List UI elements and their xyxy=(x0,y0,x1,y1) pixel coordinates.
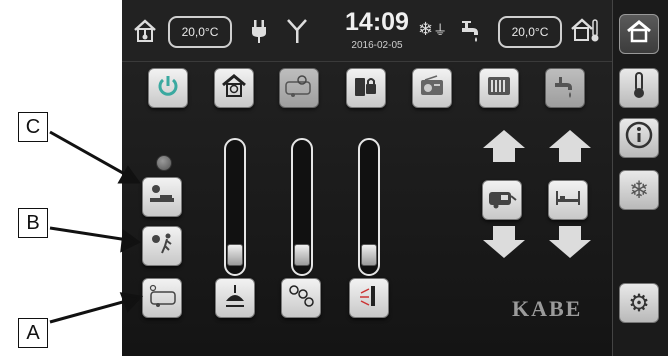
callout-label-c: C xyxy=(18,112,48,142)
callout-label-b: B xyxy=(18,208,48,238)
callout-arrows xyxy=(49,130,143,324)
callout-label-a: A xyxy=(18,318,48,348)
